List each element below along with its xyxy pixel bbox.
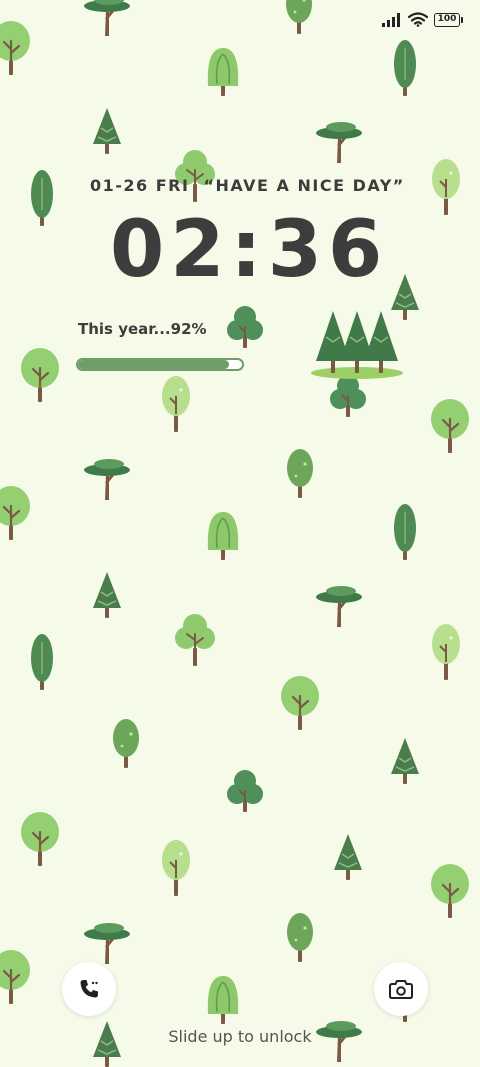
wifi-icon <box>408 12 428 27</box>
clock: 02:36 <box>110 205 389 295</box>
quote-label: “HAVE A NICE DAY” <box>203 176 405 195</box>
tree-round-18 <box>0 486 30 540</box>
tree-willow-19 <box>207 512 239 560</box>
camera-icon <box>389 980 413 999</box>
tree-willow-3 <box>207 48 239 96</box>
date-quote-line: 01-26 FRI “HAVE A NICE DAY” <box>90 176 405 195</box>
wallpaper-trees <box>0 0 469 1067</box>
phone-icon <box>80 980 98 998</box>
tree-round-26 <box>281 676 319 730</box>
tree-oak-15 <box>330 375 366 417</box>
tree-round-30 <box>21 812 59 866</box>
tree-pale-31 <box>162 840 190 896</box>
pine-grove <box>311 311 403 379</box>
battery-level: 100 <box>437 14 457 24</box>
tree-pine-5 <box>93 108 121 154</box>
tree-cypress-24 <box>31 634 53 690</box>
tree-round-14 <box>431 399 469 453</box>
tree-acacia-34 <box>84 923 130 964</box>
tree-cluster-23 <box>175 614 215 666</box>
tree-round-36 <box>0 950 30 1004</box>
tree-cypress-4 <box>394 40 416 96</box>
tree-pine-10 <box>391 274 419 320</box>
tree-round-12 <box>21 348 59 402</box>
date-label: 01-26 FRI <box>90 176 190 195</box>
tree-pine-32 <box>334 834 362 880</box>
tree-acacia-22 <box>316 586 362 627</box>
status-bar: 100 <box>0 0 480 42</box>
tree-oak-29 <box>227 770 263 812</box>
status-icons: 100 <box>382 12 463 27</box>
signal-bars-icon <box>382 12 400 27</box>
tree-pale-13 <box>162 376 190 432</box>
tree-round-33 <box>431 864 469 918</box>
tree-cypress-8 <box>31 170 53 226</box>
battery-icon: 100 <box>434 12 463 27</box>
tree-bush-35 <box>287 913 313 962</box>
phone-shortcut-button[interactable] <box>62 962 116 1016</box>
tree-pale-25 <box>432 624 460 680</box>
year-progress-bar <box>76 358 244 371</box>
tree-acacia-6 <box>316 122 362 163</box>
tree-oak-11 <box>227 306 263 348</box>
tree-pale-9 <box>432 159 460 215</box>
tree-pine-21 <box>93 572 121 618</box>
tree-acacia-16 <box>84 459 130 500</box>
tree-cypress-20 <box>394 504 416 560</box>
tree-bush-27 <box>113 719 139 768</box>
year-progress-fill <box>78 360 229 369</box>
tree-bush-17 <box>287 449 313 498</box>
tree-willow-37 <box>207 976 239 1024</box>
camera-shortcut-button[interactable] <box>374 962 428 1016</box>
tree-pine-28 <box>391 738 419 784</box>
unlock-hint: Slide up to unlock <box>168 1027 312 1046</box>
year-progress-label: This year...92% <box>78 320 207 338</box>
